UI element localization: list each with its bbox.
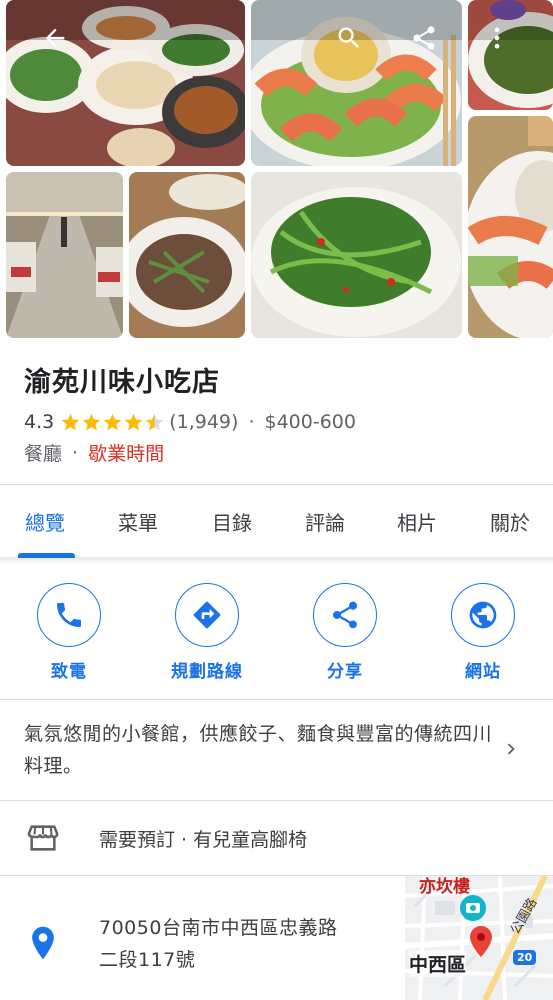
more-vert-icon	[494, 27, 500, 49]
address-line1: 70050台南市中西區忠義路	[99, 917, 338, 939]
share-icon	[413, 26, 435, 50]
separator-dot: ·	[72, 441, 79, 464]
globe-icon	[469, 601, 497, 629]
directions-circle	[175, 583, 239, 647]
directions-label: 規劃路線	[171, 662, 243, 682]
map-route-shield: 20	[513, 950, 537, 965]
star-icon	[124, 413, 143, 430]
action-bar: 致電 規劃路線 分享 網站	[0, 580, 553, 700]
map-district-label: 中西區	[409, 950, 467, 977]
tab-directory[interactable]: 目錄	[212, 507, 252, 536]
star-icon	[82, 413, 101, 430]
divider	[0, 699, 553, 700]
price-range: $400-600	[264, 411, 356, 433]
photo-interior[interactable]	[6, 172, 123, 338]
address-text: 70050台南市中西區忠義路 二段117號	[99, 912, 389, 976]
call-circle	[37, 583, 101, 647]
photo-shrimp-closeup[interactable]	[468, 116, 553, 338]
place-name: 渝苑川味小吃店	[24, 367, 220, 398]
amenities-row[interactable]: 需要預訂 · 有兒童高腳椅	[0, 801, 553, 875]
review-count[interactable]: (1,949)	[169, 411, 238, 433]
star-icon	[103, 413, 122, 430]
tab-menu[interactable]: 菜單	[118, 507, 158, 536]
share-button[interactable]: 分享	[285, 580, 405, 682]
star-half-icon	[145, 413, 164, 430]
tab-bar: 總覽 菜單 目錄 評論 相片 關於	[0, 484, 553, 558]
address-row[interactable]: 70050台南市中西區忠義路 二段117號 亦坎樓 公園路 中西區 20	[0, 876, 553, 1000]
location-pin-icon	[32, 926, 54, 960]
website-button[interactable]: 網站	[423, 580, 543, 682]
search-icon	[338, 27, 359, 48]
chevron-right-icon[interactable]	[500, 738, 522, 760]
share-circle	[313, 583, 377, 647]
place-description[interactable]: 氣氛悠閒的小餐館，供應餃子、麵食與豐富的傳統四川料理。	[24, 718, 494, 782]
tab-shadow	[0, 558, 553, 564]
call-label: 致電	[51, 662, 87, 682]
rating-row[interactable]: 4.3 (1,949) · $400-600	[24, 411, 533, 433]
more-options-button[interactable]	[477, 18, 517, 58]
directions-icon	[193, 601, 221, 629]
tab-reviews[interactable]: 評論	[305, 507, 345, 536]
hours-status[interactable]: 歇業時間	[88, 439, 164, 466]
amenities-text: 需要預訂 · 有兒童高腳椅	[99, 829, 308, 851]
place-category: 餐廳	[24, 443, 63, 465]
share-icon	[332, 601, 358, 629]
phone-icon	[57, 603, 81, 627]
back-button[interactable]	[35, 18, 75, 58]
photo-stirfry[interactable]	[129, 172, 245, 338]
rating-value: 4.3	[24, 411, 55, 433]
map-thumbnail[interactable]: 亦坎樓 公園路 中西區 20	[405, 876, 553, 1000]
website-circle	[451, 583, 515, 647]
tab-overview[interactable]: 總覽	[25, 507, 65, 536]
website-label: 網站	[465, 662, 501, 682]
place-header: 渝苑川味小吃店 4.3 (1,949) · $400-600 餐廳 · 歇業時間	[24, 360, 533, 466]
category-row: 餐廳 · 歇業時間	[24, 439, 533, 466]
address-line2: 二段117號	[99, 949, 196, 971]
photo-gallery[interactable]	[0, 0, 553, 340]
map-landmark-label: 亦坎樓	[419, 877, 470, 897]
storefront-icon	[27, 825, 59, 851]
directions-button[interactable]: 規劃路線	[147, 580, 267, 682]
share-button-top[interactable]	[404, 18, 444, 58]
arrow-back-icon	[45, 28, 65, 48]
share-label: 分享	[327, 662, 363, 682]
separator-dot: ·	[248, 411, 255, 433]
call-button[interactable]: 致電	[9, 580, 129, 682]
search-button[interactable]	[329, 18, 369, 58]
star-rating	[60, 412, 165, 433]
tab-photos[interactable]: 相片	[397, 507, 437, 536]
star-icon	[61, 413, 80, 430]
tab-about[interactable]: 關於	[490, 507, 530, 536]
photo-water-spinach[interactable]	[251, 172, 462, 338]
